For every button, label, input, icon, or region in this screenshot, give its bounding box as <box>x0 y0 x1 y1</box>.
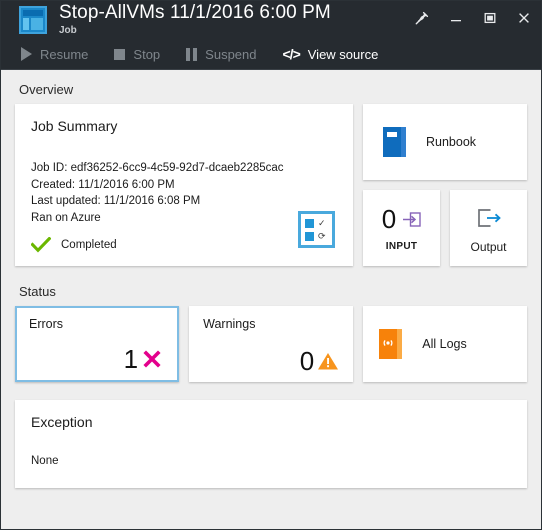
warnings-tile[interactable]: Warnings 0 <box>189 306 354 382</box>
view-source-label: View source <box>307 46 379 62</box>
errors-count: 1 <box>123 344 139 374</box>
pin-icon[interactable] <box>405 1 439 35</box>
job-summary-details: Job ID: edf36252-6cc9-4c59-92d7-dcaeb228… <box>31 160 337 226</box>
suspend-button[interactable]: Suspend <box>186 46 257 62</box>
content-area: Overview Job Summary Job ID: edf36252-6c… <box>1 70 541 529</box>
stop-square-icon <box>114 48 126 60</box>
last-updated-line: Last updated: 11/1/2016 6:08 PM <box>31 195 201 207</box>
close-icon[interactable] <box>507 1 541 35</box>
ran-on-line: Ran on Azure <box>31 211 101 224</box>
job-details-window: Stop-AllVMs 11/1/2016 6:00 PM Job Resume… <box>0 0 542 530</box>
created-line: Created: 11/1/2016 6:00 PM <box>31 178 175 191</box>
errors-value: 1 <box>124 346 163 372</box>
green-check-icon <box>31 237 51 253</box>
resume-button[interactable]: Resume <box>21 47 88 62</box>
job-status-row: Completed <box>31 237 337 253</box>
input-count: 0 <box>381 204 397 234</box>
warnings-label: Warnings <box>203 317 256 331</box>
window-controls <box>405 1 541 35</box>
checklist-icon: ✓ ⟳ <box>298 211 335 248</box>
overview-section-label: Overview <box>19 82 74 97</box>
job-id-line: Job ID: edf36252-6cc9-4c59-92d7-dcaeb228… <box>31 162 284 174</box>
job-summary-tile[interactable]: Job Summary Job ID: edf36252-6cc9-4c59-9… <box>15 104 353 266</box>
output-caption: Output <box>470 239 507 254</box>
pause-bars-icon <box>186 47 198 61</box>
warning-triangle-icon <box>318 353 339 370</box>
job-summary-heading: Job Summary <box>31 118 118 134</box>
code-brackets-icon: </> <box>282 46 301 62</box>
arrow-into-box-icon <box>403 211 421 227</box>
warnings-value: 0 <box>300 348 339 374</box>
overview-row: Job Summary Job ID: edf36252-6cc9-4c59-9… <box>15 104 527 266</box>
stop-label: Stop <box>133 46 161 62</box>
exception-tile[interactable]: Exception None <box>15 400 527 488</box>
errors-tile[interactable]: Errors 1 <box>15 306 180 382</box>
suspend-label: Suspend <box>205 46 257 62</box>
all-logs-tile[interactable]: All Logs <box>363 306 527 382</box>
exception-value: None <box>31 455 59 467</box>
title-block: Stop-AllVMs 11/1/2016 6:00 PM Job <box>59 1 331 36</box>
status-row: Errors 1 Warnings 0 All Logs <box>15 306 527 382</box>
stop-button[interactable]: Stop <box>114 47 160 62</box>
errors-label: Errors <box>29 317 64 331</box>
play-icon <box>21 47 32 61</box>
job-status-text: Completed <box>61 239 117 251</box>
io-row: 0 INPUT Output <box>363 190 527 266</box>
window-title: Stop-AllVMs 11/1/2016 6:00 PM <box>59 2 331 23</box>
command-bar: Resume Stop Suspend </> View source <box>1 39 541 70</box>
blade-dashboard-icon <box>19 6 47 34</box>
view-source-button[interactable]: </> View source <box>283 46 379 62</box>
title-bar: Stop-AllVMs 11/1/2016 6:00 PM Job <box>1 1 541 39</box>
runbook-label: Runbook <box>426 135 477 149</box>
exception-heading: Exception <box>31 414 93 430</box>
input-caption: INPUT <box>385 241 418 252</box>
window-subtitle: Job <box>59 25 77 36</box>
blue-book-icon <box>383 127 406 157</box>
minimize-icon[interactable] <box>439 1 473 35</box>
arrow-out-of-box-icon <box>477 208 501 227</box>
input-tile[interactable]: 0 INPUT <box>363 190 440 266</box>
all-logs-label: All Logs <box>422 337 467 351</box>
orange-log-book-icon <box>379 329 403 359</box>
maximize-icon[interactable] <box>473 1 507 35</box>
output-tile[interactable]: Output <box>450 190 527 266</box>
status-section-label: Status <box>19 284 56 299</box>
resume-label: Resume <box>40 46 89 62</box>
error-x-icon <box>143 350 161 368</box>
overview-right-column: Runbook 0 INPUT Output <box>363 104 527 266</box>
runbook-tile[interactable]: Runbook <box>363 104 527 180</box>
warnings-count: 0 <box>299 346 315 376</box>
